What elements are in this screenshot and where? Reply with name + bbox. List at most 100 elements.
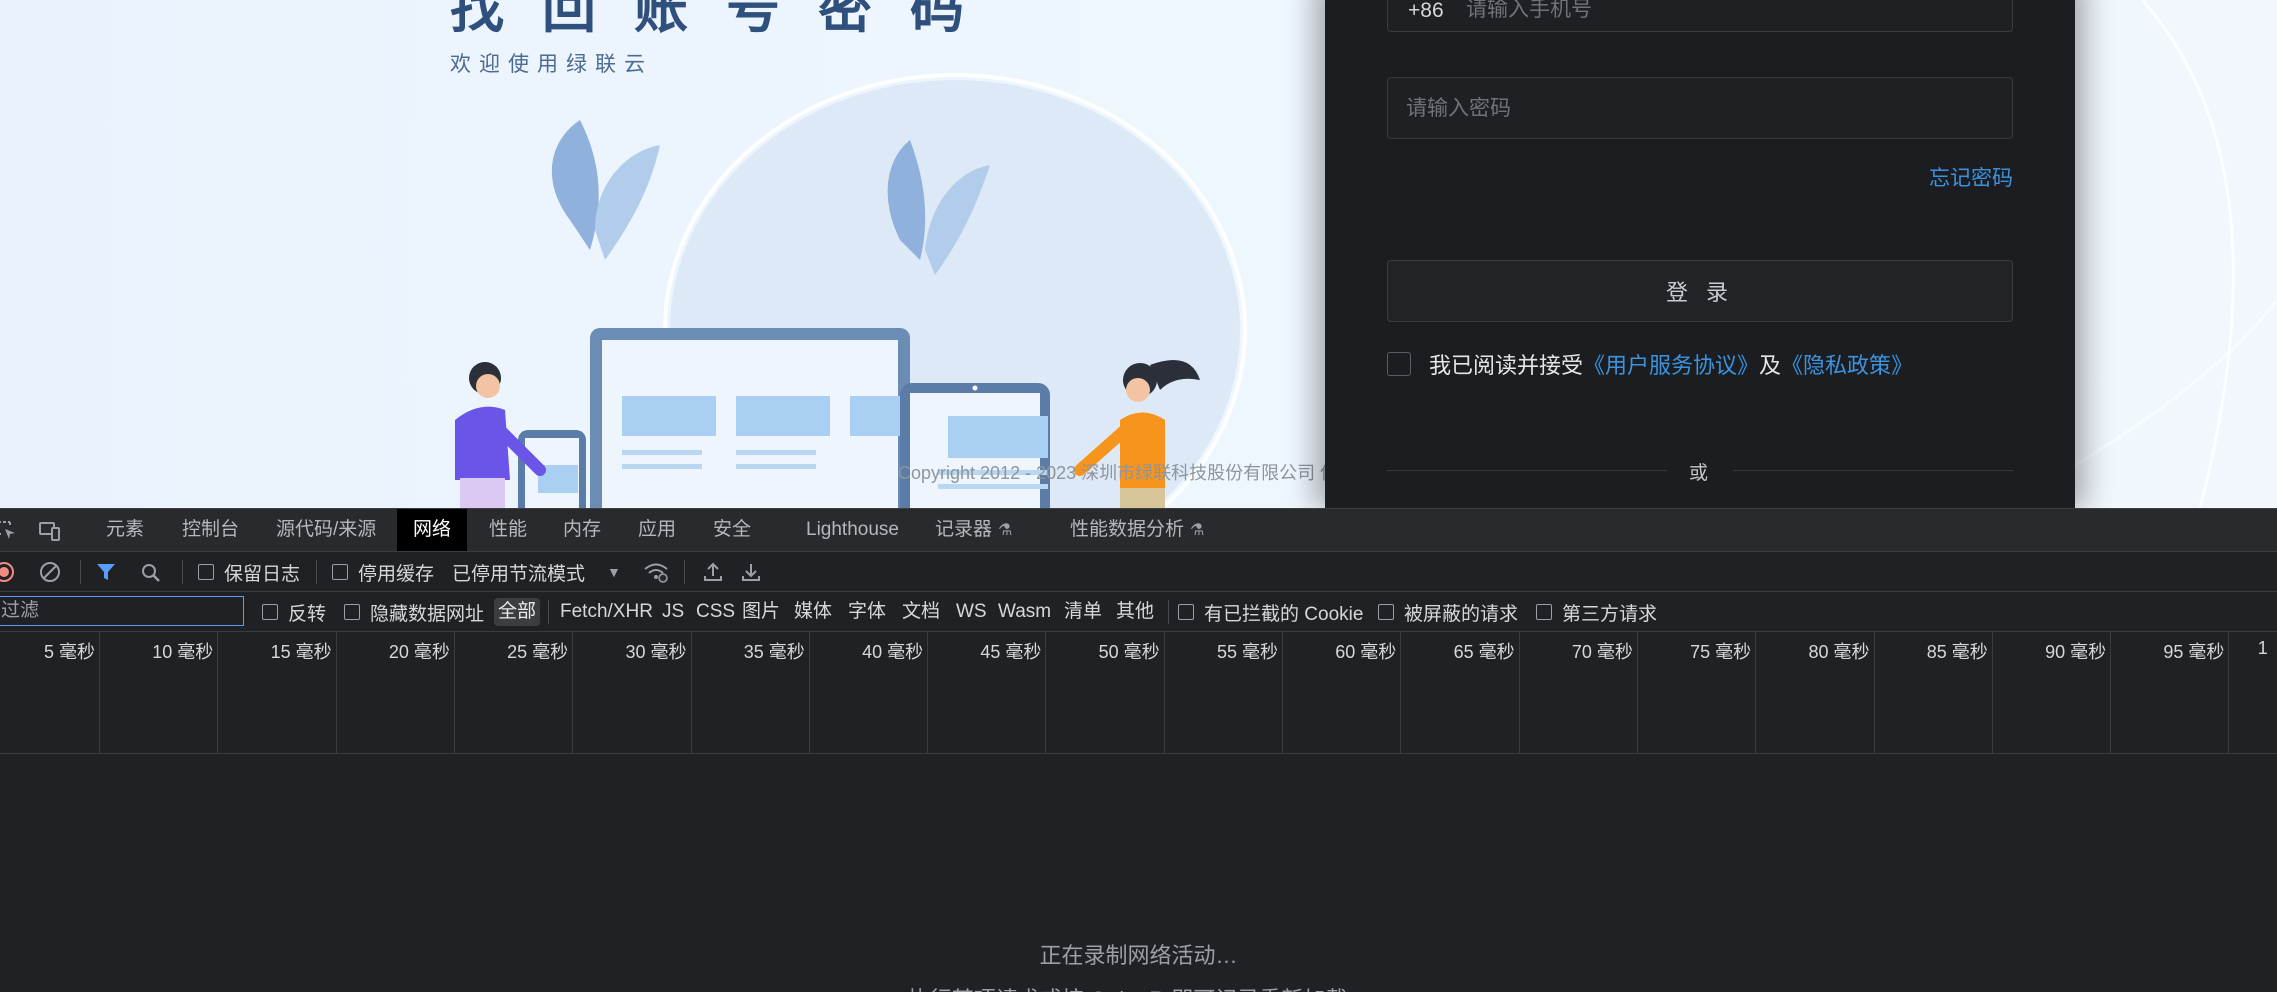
- type-filter-all[interactable]: 全部: [494, 598, 541, 626]
- login-button[interactable]: 登 录: [1387, 260, 2013, 322]
- timeline-tick: 35 毫秒: [692, 632, 810, 754]
- timeline-tick-label: 5 毫秒: [43, 642, 95, 662]
- invert-checkbox[interactable]: [262, 604, 278, 620]
- hide-data-urls-toggle[interactable]: 隐藏数据网址: [344, 592, 484, 632]
- timeline-tick-label: 15 毫秒: [270, 642, 332, 662]
- phone-field[interactable]: +86: [1387, 0, 2013, 32]
- type-filter-media[interactable]: 媒体: [794, 598, 832, 626]
- disable-cache-toggle[interactable]: 停用缓存: [332, 552, 434, 592]
- timeline-tick: 70 毫秒: [1520, 632, 1638, 754]
- third-party-toggle[interactable]: 第三方请求: [1536, 592, 1657, 632]
- tab-console[interactable]: 控制台: [182, 509, 239, 551]
- network-conditions-icon[interactable]: [642, 560, 670, 584]
- password-field[interactable]: [1387, 77, 2013, 139]
- type-filter-js[interactable]: JS: [662, 598, 684, 626]
- preserve-log-label: 保留日志: [224, 563, 301, 585]
- invert-toggle[interactable]: 反转: [262, 592, 326, 632]
- timeline-tick-label: 25 毫秒: [507, 642, 569, 662]
- blocked-requests-label: 被屏蔽的请求: [1404, 603, 1519, 625]
- hero-title: 找回账号密码: [450, 0, 1002, 39]
- preserve-log-toggle[interactable]: 保留日志: [198, 552, 300, 592]
- phone-country-code[interactable]: +86: [1408, 0, 1444, 23]
- devtools-panel: 元素 控制台 源代码/来源 网络 性能 内存 应用 安全 Lighthouse …: [0, 508, 2277, 992]
- clear-icon[interactable]: [38, 561, 62, 583]
- network-toolbar: 保留日志 停用缓存 已停用节流模式 ▼: [0, 552, 2277, 592]
- record-stop-icon[interactable]: [0, 561, 16, 583]
- tab-recorder-label: 记录器: [935, 519, 993, 540]
- type-filter-doc[interactable]: 文档: [902, 598, 940, 626]
- throttle-select[interactable]: 已停用节流模式 ▼: [452, 552, 621, 592]
- network-overview-timeline[interactable]: 5 毫秒 10 毫秒 15 毫秒 20 毫秒 25 毫秒 30 毫秒 35 毫秒 40 毫秒 4…: [0, 632, 2277, 754]
- type-filter-css[interactable]: CSS: [696, 598, 735, 626]
- toolbar-separator: [182, 560, 183, 584]
- timeline-tick-label: 60 毫秒: [1335, 642, 1397, 662]
- tab-security[interactable]: 安全: [713, 509, 751, 551]
- inspect-element-icon[interactable]: [0, 520, 18, 542]
- timeline-tick-label: 35 毫秒: [743, 642, 805, 662]
- timeline-tick-label: 10 毫秒: [152, 642, 214, 662]
- timeline-tick-label: 20 毫秒: [388, 642, 450, 662]
- filter-input[interactable]: [0, 596, 244, 626]
- type-filter-font[interactable]: 字体: [848, 598, 886, 626]
- timeline-tick-label: 55 毫秒: [1216, 642, 1278, 662]
- forgot-password-link[interactable]: 忘记密码: [1929, 162, 2013, 192]
- tab-lighthouse[interactable]: Lighthouse: [806, 509, 899, 551]
- import-har-icon[interactable]: [702, 561, 724, 583]
- blocked-requests-toggle[interactable]: 被屏蔽的请求: [1378, 592, 1518, 632]
- timeline-tick-label: 45 毫秒: [980, 642, 1042, 662]
- type-filter-fetch-xhr[interactable]: Fetch/XHR: [560, 598, 653, 626]
- timeline-tick-label: 1: [2257, 638, 2268, 658]
- toolbar-separator: [548, 600, 549, 624]
- tab-recorder[interactable]: 记录器 ⚗: [935, 509, 1012, 551]
- tab-memory[interactable]: 内存: [563, 509, 601, 551]
- tab-application[interactable]: 应用: [638, 509, 676, 551]
- devtools-tab-bar: 元素 控制台 源代码/来源 网络 性能 内存 应用 安全 Lighthouse …: [0, 508, 2277, 552]
- search-icon[interactable]: [140, 562, 162, 584]
- tab-sources[interactable]: 源代码/来源: [276, 509, 376, 551]
- timeline-tick-label: 90 毫秒: [2045, 642, 2107, 662]
- blocked-requests-checkbox[interactable]: [1378, 604, 1394, 620]
- filter-icon[interactable]: [96, 562, 116, 582]
- timeline-tick: 95 毫秒: [2111, 632, 2230, 754]
- timeline-tick: 45 毫秒: [928, 632, 1047, 754]
- third-party-checkbox[interactable]: [1536, 604, 1552, 620]
- web-page-viewport: 找回账号密码 欢迎使用绿联云 Copyright 2012 - 2023 深圳市…: [0, 0, 2277, 508]
- blocked-cookies-checkbox[interactable]: [1178, 604, 1194, 620]
- timeline-tick: 90 毫秒: [1993, 632, 2112, 754]
- toolbar-separator: [684, 560, 685, 584]
- privacy-policy-link[interactable]: 《隐私政策》: [1781, 348, 1913, 380]
- blocked-cookies-toggle[interactable]: 有已拦截的 Cookie: [1178, 592, 1363, 632]
- disable-cache-label: 停用缓存: [358, 563, 435, 585]
- agreement-text: 我已阅读并接受: [1429, 353, 1584, 378]
- user-agreement-link[interactable]: 《用户服务协议》: [1583, 348, 1759, 380]
- timeline-tick: 60 毫秒: [1283, 632, 1402, 754]
- device-toolbar-icon[interactable]: [38, 520, 62, 542]
- export-har-icon[interactable]: [740, 561, 762, 583]
- tab-network[interactable]: 网络: [397, 509, 468, 551]
- or-divider: 或: [1387, 458, 2013, 484]
- timeline-tick: 20 毫秒: [337, 632, 455, 754]
- agreement-checkbox[interactable]: [1387, 352, 1411, 376]
- tab-elements[interactable]: 元素: [106, 509, 144, 551]
- hide-data-urls-label: 隐藏数据网址: [370, 603, 485, 625]
- timeline-tick-label: 30 毫秒: [625, 642, 687, 662]
- hide-data-urls-checkbox[interactable]: [344, 604, 360, 620]
- type-filter-img[interactable]: 图片: [742, 598, 780, 626]
- preserve-log-checkbox[interactable]: [198, 564, 214, 580]
- timeline-tick: 55 毫秒: [1165, 632, 1283, 754]
- type-filter-ws[interactable]: WS: [956, 598, 987, 626]
- type-filter-manifest[interactable]: 清单: [1064, 598, 1102, 626]
- third-party-label: 第三方请求: [1562, 603, 1658, 625]
- type-filter-other[interactable]: 其他: [1116, 598, 1154, 626]
- timeline-tick: 1: [2230, 632, 2277, 754]
- phone-input[interactable]: [1466, 0, 1986, 27]
- tab-performance[interactable]: 性能: [489, 509, 527, 551]
- type-filter-wasm[interactable]: Wasm: [998, 598, 1051, 626]
- toolbar-separator: [1168, 600, 1169, 624]
- password-input[interactable]: [1406, 92, 1996, 126]
- timeline-tick: 80 毫秒: [1757, 632, 1875, 754]
- tab-performance-insights[interactable]: 性能数据分析 ⚗: [1070, 509, 1204, 551]
- disable-cache-checkbox[interactable]: [332, 564, 348, 580]
- agreement-row: 我已阅读并接受 《用户服务协议》 及 《隐私政策》: [1387, 348, 1913, 380]
- agreement-and: 及: [1759, 353, 1782, 378]
